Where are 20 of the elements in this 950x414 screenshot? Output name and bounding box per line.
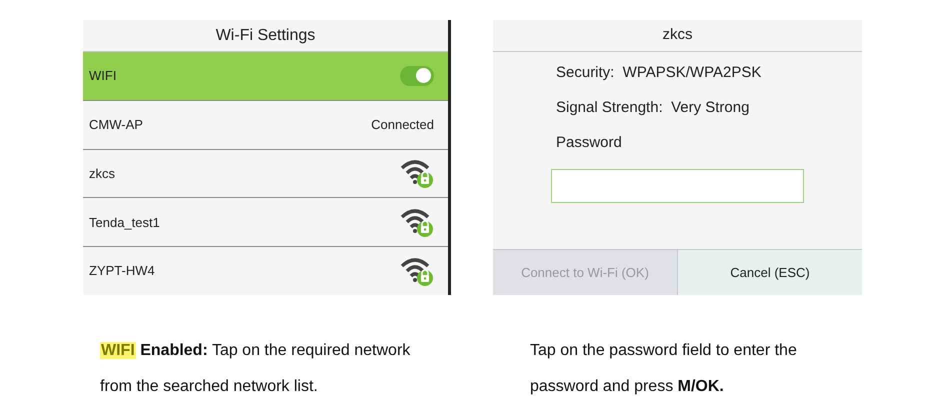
dialog-title: zkcs — [493, 20, 862, 52]
list-row[interactable]: WIFI — [83, 52, 448, 101]
caption-text: WIFI Enabled: Tap on the required network from the searched network list. — [100, 341, 412, 397]
field-label: Password — [556, 133, 623, 153]
dialog-button[interactable]: Cancel (ESC) — [678, 250, 862, 295]
network-name: ZYPT-HW4 — [89, 262, 155, 280]
caption-text: Tap on the password field to enter the password and press M/OK. — [530, 341, 798, 397]
wifi-lock-icon — [400, 157, 434, 190]
info-text: Security: WPAPSK/WPA2PSK — [556, 63, 762, 83]
status-text: Connected — [371, 116, 434, 134]
network-name: WIFI — [89, 67, 116, 86]
password-field[interactable] — [551, 169, 804, 203]
wifi-lock-icon — [400, 206, 434, 238]
wifi-lock-icon — [400, 255, 434, 288]
network-name: zkcs — [89, 164, 115, 183]
toggle-switch[interactable] — [400, 66, 434, 86]
info-text: Signal Strength: Very Strong — [556, 98, 750, 118]
list-row[interactable]: zkcs — [83, 150, 448, 198]
network-name: CMW-AP — [89, 116, 143, 134]
network-name: Tenda_test1 — [89, 214, 160, 232]
